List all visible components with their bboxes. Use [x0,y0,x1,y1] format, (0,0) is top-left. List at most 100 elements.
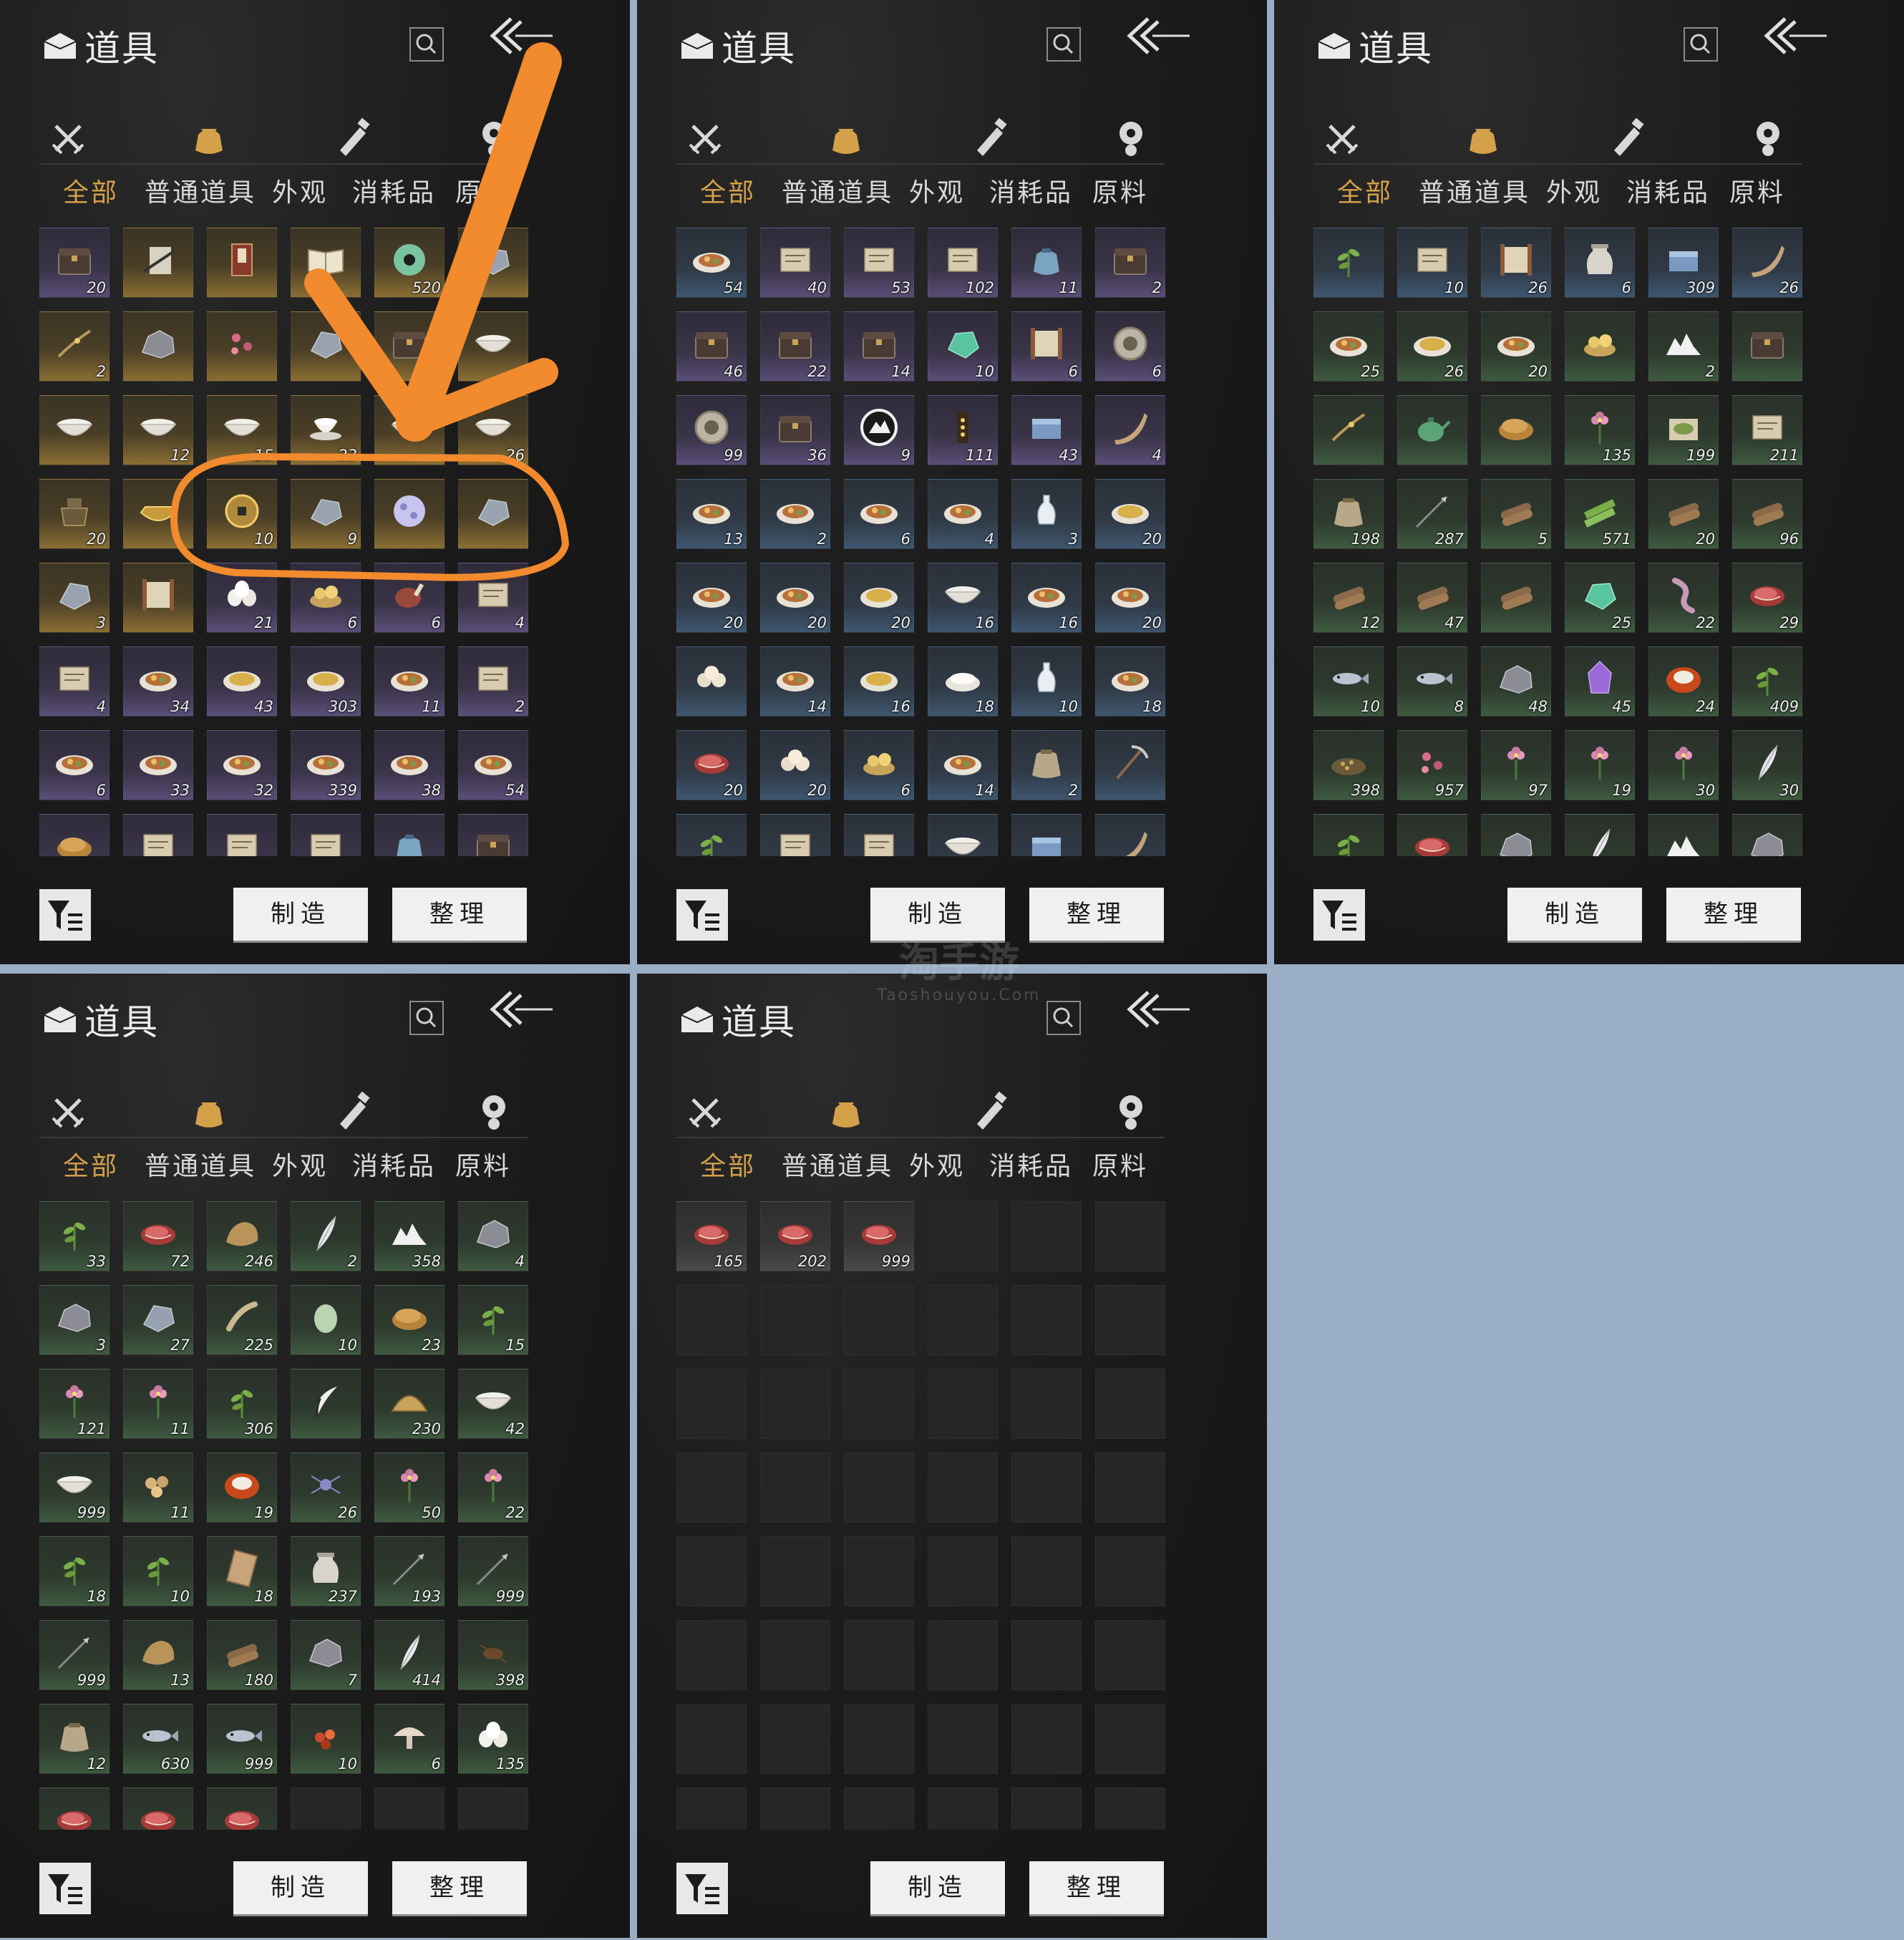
item-slot[interactable]: 4 [458,563,528,633]
tab-item[interactable]: 外观 [909,172,965,209]
item-slot[interactable] [374,814,445,856]
filter-button[interactable] [39,889,91,941]
item-slot[interactable] [1095,1201,1165,1271]
item-slot[interactable]: 16 [844,646,914,717]
item-slot[interactable]: 48 [1481,646,1551,717]
item-slot[interactable]: 10 [291,1285,361,1355]
item-slot[interactable] [291,814,361,856]
item-slot[interactable]: 38 [374,730,445,800]
category-items-icon[interactable] [821,1087,871,1137]
tab-item[interactable]: 消耗品 [352,172,436,209]
item-slot[interactable]: 571 [1565,479,1635,549]
item-slot[interactable] [374,479,445,549]
item-slot[interactable]: 6 [39,730,110,800]
item-slot[interactable]: 10 [1397,228,1467,298]
item-slot[interactable]: 43 [207,646,277,717]
item-slot[interactable] [39,1788,110,1830]
item-slot[interactable] [760,1704,830,1774]
item-slot[interactable]: 20 [676,730,747,800]
item-slot[interactable]: 287 [1397,479,1467,549]
item-slot[interactable]: 520 [374,228,445,298]
item-slot[interactable]: 22 [1648,563,1719,633]
tab-item[interactable]: 普通道具 [782,1145,893,1183]
item-slot[interactable]: 14 [928,730,998,800]
item-slot[interactable] [676,1788,747,1830]
category-scroll-icon[interactable] [964,113,1014,163]
item-slot[interactable] [123,1788,193,1830]
item-slot[interactable]: 22 [458,1452,528,1523]
item-slot[interactable]: 10 [291,1704,361,1774]
item-slot[interactable] [374,1788,445,1830]
item-slot[interactable]: 26 [1481,228,1551,298]
item-slot[interactable] [207,1788,277,1830]
item-slot[interactable]: 193 [374,1536,445,1606]
filter-button[interactable] [39,1863,91,1914]
item-slot[interactable]: 19 [1565,730,1635,800]
item-slot[interactable] [676,1285,747,1355]
item-slot[interactable]: 29 [1732,563,1802,633]
item-slot[interactable] [39,814,110,856]
item-slot[interactable]: 135 [458,1704,528,1774]
item-slot[interactable]: 11 [1011,228,1082,298]
item-slot[interactable] [844,1788,914,1830]
item-slot[interactable]: 135 [1565,395,1635,465]
item-slot[interactable] [1095,1620,1165,1690]
item-slot[interactable]: 20 [39,479,110,549]
item-slot[interactable]: 957 [1397,730,1467,800]
item-slot[interactable]: 202 [760,1201,830,1271]
item-slot[interactable]: 10 [1011,646,1082,717]
item-slot[interactable]: 3 [1011,479,1082,549]
item-slot[interactable] [291,228,361,298]
item-slot[interactable]: 2 [291,1201,361,1271]
tab-item[interactable]: 原料 [455,172,511,209]
item-slot[interactable] [844,1369,914,1439]
item-slot[interactable]: 23 [374,1285,445,1355]
item-slot[interactable] [291,311,361,382]
filter-button[interactable] [676,889,728,941]
item-slot[interactable] [123,311,193,382]
item-slot[interactable] [1095,1704,1165,1774]
search-button[interactable] [1684,27,1718,62]
item-slot[interactable]: 198 [1313,479,1384,549]
item-slot[interactable]: 2 [1648,311,1719,382]
item-slot[interactable] [1565,311,1635,382]
tab-item[interactable]: 全部 [700,172,756,209]
category-items-icon[interactable] [184,1087,234,1137]
item-slot[interactable]: 14 [844,311,914,382]
item-slot[interactable]: 999 [39,1452,110,1523]
item-slot[interactable]: 999 [39,1620,110,1690]
tab-item[interactable]: 外观 [909,1145,965,1183]
item-slot[interactable]: 99 [676,395,747,465]
category-equipment-icon[interactable] [1317,113,1367,163]
craft-button[interactable]: 制造 [233,1861,368,1914]
item-slot[interactable]: 2 [760,479,830,549]
item-slot[interactable]: 26 [1732,228,1802,298]
item-slot[interactable] [676,814,747,856]
item-slot[interactable]: 398 [458,1620,528,1690]
item-slot[interactable] [760,1788,830,1830]
item-slot[interactable] [291,1369,361,1439]
item-slot[interactable]: 4 [928,479,998,549]
item-slot[interactable] [1095,1536,1165,1606]
tab-item[interactable]: 外观 [1546,172,1602,209]
item-slot[interactable]: 7 [291,1620,361,1690]
item-slot[interactable]: 12 [39,1704,110,1774]
item-slot[interactable] [844,1704,914,1774]
item-slot[interactable]: 20 [1095,563,1165,633]
tab-item[interactable]: 消耗品 [1626,172,1710,209]
item-slot[interactable]: 25 [1313,311,1384,382]
item-slot[interactable]: 72 [123,1201,193,1271]
item-slot[interactable]: 165 [676,1201,747,1271]
category-materials-icon[interactable] [469,113,519,163]
tab-item[interactable]: 消耗品 [352,1145,436,1183]
item-slot[interactable] [928,1704,998,1774]
item-slot[interactable]: 54 [458,730,528,800]
item-slot[interactable]: 13 [123,1620,193,1690]
item-slot[interactable] [1397,395,1467,465]
item-slot[interactable] [1481,395,1551,465]
item-slot[interactable]: 42 [458,1369,528,1439]
search-button[interactable] [1046,27,1081,62]
item-slot[interactable]: 46 [676,311,747,382]
tab-item[interactable]: 全部 [1337,172,1393,209]
item-slot[interactable]: 26 [458,395,528,465]
